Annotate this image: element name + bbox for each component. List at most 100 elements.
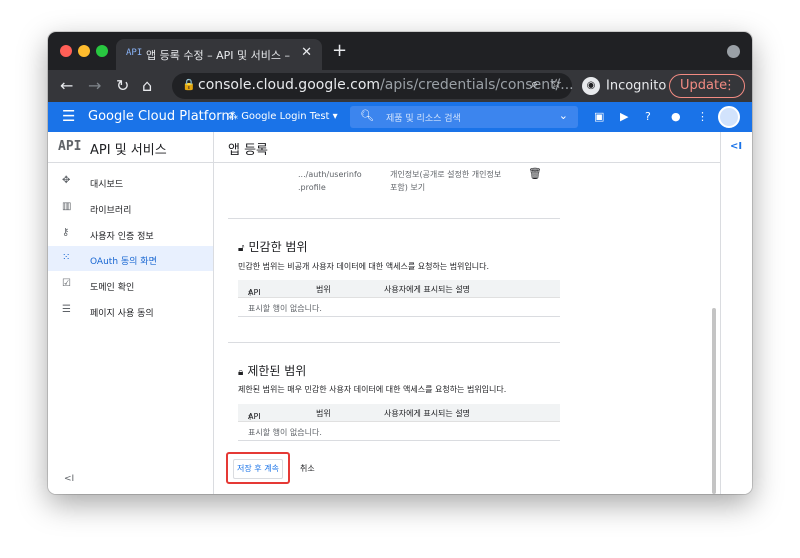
update-button[interactable]: Update ⋮ — [669, 74, 745, 98]
restricted-title-text: 제한된 범위 — [247, 364, 307, 378]
incognito-icon: ◉ — [582, 77, 600, 95]
collapse-sidebar-icon[interactable]: <I — [64, 474, 74, 484]
sidebar-item-oauth-consent[interactable]: ⁙ OAuth 동의 화면 — [48, 246, 213, 271]
delete-icon[interactable]: 🗑 — [528, 167, 542, 180]
consent-icon: ⁙ — [62, 252, 71, 263]
sensitive-description: 민감한 범위는 비공개 사용자 데이터에 대한 액세스를 요청하는 범위입니다. — [238, 262, 490, 271]
new-tab-button[interactable]: + — [332, 40, 347, 61]
restricted-table-header: API 🡑 범위 사용자에게 표시되는 설명 — [238, 404, 560, 422]
sensitive-scopes-title: 🔓︎ 민감한 범위 — [238, 238, 308, 255]
domain-check-icon: ☑ — [62, 278, 71, 289]
home-icon[interactable]: ⌂ — [142, 76, 152, 95]
sidebar-item-page-agreement[interactable]: ☰ 페이지 사용 동의 — [48, 298, 213, 323]
chevron-down-icon[interactable]: ⌄ — [559, 109, 568, 122]
sensitive-title-text: 민감한 범위 — [248, 240, 308, 254]
maximize-window-button[interactable] — [96, 45, 108, 57]
restricted-scopes-title: 🔒︎ 제한된 범위 — [238, 362, 306, 379]
dropdown-icon: ▾ — [329, 111, 338, 122]
sidebar-item-library[interactable]: ▥ 라이브러리 — [48, 195, 213, 220]
right-panel-rail: <I — [720, 132, 752, 494]
library-icon: ▥ — [62, 201, 72, 212]
incognito-label: Incognito — [606, 78, 667, 94]
lock-open-icon: 🔓︎ — [238, 243, 245, 254]
sidebar-item-domain-verification[interactable]: ☑ 도메인 확인 — [48, 272, 213, 297]
help-icon[interactable]: ? — [645, 110, 651, 123]
save-button-highlight: 저장 후 계속 — [226, 452, 290, 484]
page-title: 앱 등록 — [228, 143, 269, 158]
divider — [228, 342, 560, 343]
sidebar-item-label: 라이브러리 — [90, 206, 132, 216]
browser-tab[interactable]: API 앱 등록 수정 – API 및 서비스 – Goo ✕ — [116, 39, 322, 70]
search-input[interactable]: 🔍︎ 제품 및 리소스 검색 ⌄ — [350, 106, 578, 128]
url-text: console.cloud.google.com/apis/credential… — [198, 77, 574, 93]
scrollbar[interactable] — [712, 308, 716, 494]
gcp-brand[interactable]: Google Cloud Platform — [88, 109, 234, 124]
key-icon: ⚷ — [62, 227, 70, 238]
empty-message: 표시할 행이 없습니다. — [248, 428, 322, 437]
url-path: /apis/credentials/consent/... — [380, 77, 574, 93]
column-header-scope: 범위 — [316, 285, 331, 294]
forward-icon[interactable]: → — [88, 76, 101, 95]
expand-panel-icon[interactable]: <I — [730, 141, 742, 152]
cloud-shell-icon[interactable]: ▶ — [620, 110, 628, 123]
lock-icon: 🔒︎ — [238, 367, 244, 378]
gift-icon[interactable]: ▣ — [594, 110, 604, 123]
more-vert-icon[interactable]: ⋮ — [697, 110, 708, 123]
sidebar-item-label: OAuth 동의 화면 — [90, 257, 157, 267]
tab-title: 앱 등록 수정 – API 및 서비스 – Goo — [146, 49, 294, 62]
close-window-button[interactable] — [60, 45, 72, 57]
project-selector[interactable]: ⁂ Google Login Test ▾ — [228, 111, 338, 122]
page-header: 앱 등록 — [214, 132, 720, 163]
more-menu-icon: ⋮ — [723, 78, 736, 93]
divider — [228, 218, 560, 219]
search-placeholder: 제품 및 리소스 검색 — [386, 114, 461, 124]
project-name: Google Login Test — [241, 111, 330, 122]
sidebar-item-dashboard[interactable]: ✥ 대시보드 — [48, 169, 213, 194]
tab-search-icon[interactable] — [727, 45, 740, 58]
scope-description: 개인정보(공개로 설정한 개인정보 포함) 보기 — [390, 170, 502, 192]
dashboard-icon: ✥ — [62, 175, 71, 186]
api-favicon-icon: API — [126, 48, 143, 58]
sidebar-header: API API 및 서비스 — [48, 132, 214, 163]
sidebar-item-label: 도메인 확인 — [90, 283, 135, 293]
zoom-search-icon[interactable]: ⌕ — [531, 77, 538, 92]
close-tab-icon[interactable]: ✕ — [301, 45, 312, 60]
address-bar[interactable]: 🔒 console.cloud.google.com/apis/credenti… — [172, 73, 574, 99]
empty-message: 표시할 행이 없습니다. — [248, 304, 322, 313]
search-icon: 🔍︎ — [360, 109, 374, 122]
sidebar-item-credentials[interactable]: ⚷ 사용자 인증 정보 — [48, 221, 213, 246]
sidebar-item-label: 사용자 인증 정보 — [90, 232, 154, 242]
scope-name: .../auth/userinfo .profile — [298, 170, 362, 192]
hamburger-menu-icon[interactable]: ☰ — [62, 107, 75, 125]
minimize-window-button[interactable] — [78, 45, 90, 57]
sensitive-table-header: API 🡑 범위 사용자에게 표시되는 설명 — [238, 280, 560, 298]
sidebar-item-label: 대시보드 — [90, 180, 124, 190]
browser-window: API 앱 등록 수정 – API 및 서비스 – Goo ✕ + ← → ↻ … — [48, 32, 752, 494]
url-host: console.cloud.google.com — [198, 77, 381, 93]
sidebar: API API 및 서비스 ✥ 대시보드 ▥ 라이브러리 ⚷ 사용자 인증 정보… — [48, 132, 214, 494]
bookmark-star-icon[interactable]: ☆ — [550, 77, 562, 92]
cancel-button[interactable]: 취소 — [300, 463, 315, 474]
incognito-indicator: ◉ Incognito — [582, 77, 666, 95]
gcp-header: ☰ Google Cloud Platform ⁂ Google Login T… — [48, 102, 752, 132]
api-logo-icon: API — [58, 139, 82, 154]
lock-icon: 🔒 — [182, 78, 196, 91]
save-and-continue-button[interactable]: 저장 후 계속 — [233, 459, 283, 479]
browser-toolbar: ← → ↻ ⌂ 🔒 console.cloud.google.com/apis/… — [48, 70, 752, 102]
restricted-description: 제한된 범위는 매우 민감한 사용자 데이터에 대한 액세스를 요청하는 범위입… — [238, 385, 507, 394]
column-header-user-description: 사용자에게 표시되는 설명 — [384, 285, 471, 294]
reload-icon[interactable]: ↻ — [116, 76, 129, 95]
sidebar-title: API 및 서비스 — [90, 143, 167, 158]
project-icon: ⁂ — [228, 111, 242, 122]
table-empty-row: 표시할 행이 없습니다. — [238, 299, 560, 317]
sidebar-item-label: 페이지 사용 동의 — [90, 309, 154, 319]
main-content: 앱 등록 .../auth/userinfo .profile 개인정보(공개로… — [214, 132, 720, 494]
update-label: Update — [680, 78, 728, 93]
avatar[interactable] — [718, 106, 740, 128]
notifications-icon[interactable]: ● — [671, 110, 681, 123]
column-header-scope: 범위 — [316, 409, 331, 418]
column-header-user-description: 사용자에게 표시되는 설명 — [384, 409, 471, 418]
tab-strip: API 앱 등록 수정 – API 및 서비스 – Goo ✕ + — [48, 32, 752, 70]
page-agreement-icon: ☰ — [62, 304, 71, 315]
back-icon[interactable]: ← — [60, 76, 73, 95]
